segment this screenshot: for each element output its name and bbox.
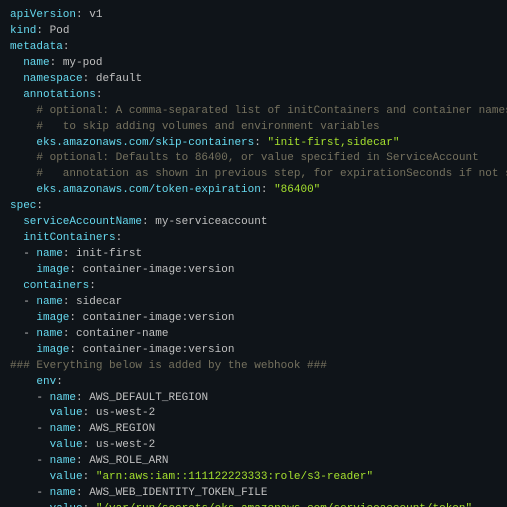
key-image: image	[36, 312, 69, 324]
key-namespace: namespace	[23, 73, 82, 85]
val-c1-name: container-name	[76, 328, 168, 340]
key-image: image	[36, 344, 69, 356]
val-skip-containers: "init-first,sidecar"	[267, 137, 399, 149]
val-env2-name: AWS_ROLE_ARN	[89, 455, 168, 467]
key-name: name	[50, 487, 76, 499]
val-env1-name: AWS_REGION	[89, 423, 155, 435]
key-value: value	[50, 471, 83, 483]
val-c0-name: sidecar	[76, 296, 122, 308]
yaml-code-block: apiVersion: v1 kind: Pod metadata: name:…	[0, 0, 507, 507]
key-apiVersion: apiVersion	[10, 9, 76, 21]
val-token-expiration: "86400"	[274, 184, 320, 196]
val-init-name: init-first	[76, 248, 142, 260]
key-metadata-name: name	[23, 57, 49, 69]
comment: # to skip adding volumes and environment…	[36, 121, 379, 133]
val-namespace: default	[96, 73, 142, 85]
key-name: name	[50, 455, 76, 467]
val-env0-value: us-west-2	[96, 407, 155, 419]
key-containers: containers	[23, 280, 89, 292]
val-apiVersion: v1	[89, 9, 102, 21]
key-env: env	[36, 376, 56, 388]
val-env1-value: us-west-2	[96, 439, 155, 451]
key-image: image	[36, 264, 69, 276]
val-init-image: container-image:version	[83, 264, 235, 276]
key-name: name	[50, 392, 76, 404]
key-skip-containers: eks.amazonaws.com/skip-containers	[36, 137, 254, 149]
key-name: name	[36, 296, 62, 308]
key-metadata: metadata	[10, 41, 63, 53]
val-env3-name: AWS_WEB_IDENTITY_TOKEN_FILE	[89, 487, 267, 499]
key-serviceAccountName: serviceAccountName	[23, 216, 142, 228]
val-env0-name: AWS_DEFAULT_REGION	[89, 392, 208, 404]
comment: # optional: A comma-separated list of in…	[36, 105, 507, 117]
val-c0-image: container-image:version	[83, 312, 235, 324]
key-value: value	[50, 503, 83, 507]
val-c1-image: container-image:version	[83, 344, 235, 356]
val-metadata-name: my-pod	[63, 57, 103, 69]
comment: # annotation as shown in previous step, …	[36, 168, 507, 180]
key-name: name	[50, 423, 76, 435]
key-annotations: annotations	[23, 89, 96, 101]
key-token-expiration: eks.amazonaws.com/token-expiration	[36, 184, 260, 196]
key-value: value	[50, 407, 83, 419]
val-env3-value: "/var/run/secrets/eks.amazonaws.com/serv…	[96, 503, 472, 507]
key-value: value	[50, 439, 83, 451]
key-spec: spec	[10, 200, 36, 212]
key-kind: kind	[10, 25, 36, 37]
key-name: name	[36, 248, 62, 260]
val-kind: Pod	[50, 25, 70, 37]
val-serviceAccountName: my-serviceaccount	[155, 216, 267, 228]
val-env2-value: "arn:aws:iam::111122223333:role/s3-reade…	[96, 471, 373, 483]
key-name: name	[36, 328, 62, 340]
comment: # optional: Defaults to 86400, or value …	[36, 152, 478, 164]
key-initContainers: initContainers	[23, 232, 115, 244]
comment-webhook: ### Everything below is added by the web…	[10, 360, 327, 372]
